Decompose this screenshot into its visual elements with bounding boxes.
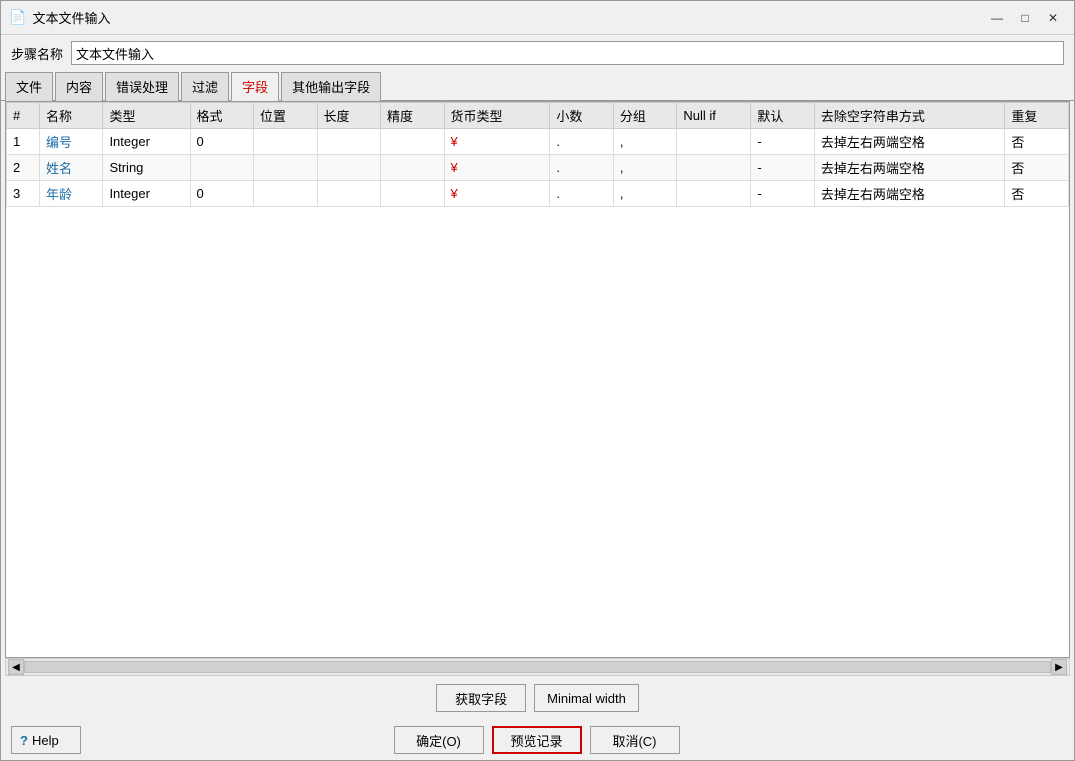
footer-bar: ? Help 确定(O) 预览记录 取消(C) (1, 720, 1074, 760)
table-cell: . (550, 181, 614, 207)
help-icon: ? (20, 733, 28, 748)
table-cell (677, 129, 751, 155)
tab-file[interactable]: 文件 (5, 72, 53, 101)
table-cell (317, 155, 381, 181)
col-nullif: Null if (677, 103, 751, 129)
field-action-buttons: 获取字段 Minimal width (1, 676, 1074, 720)
table-cell: - (751, 129, 815, 155)
title-bar: 📄 文本文件输入 — □ ✕ (1, 1, 1074, 35)
table-cell: Integer (103, 129, 190, 155)
tabs-bar: 文件 内容 错误处理 过滤 字段 其他输出字段 (1, 71, 1074, 101)
preview-button[interactable]: 预览记录 (492, 726, 582, 754)
minimal-width-button[interactable]: Minimal width (534, 684, 639, 712)
step-name-label: 步骤名称 (11, 44, 63, 63)
col-type: 类型 (103, 103, 190, 129)
table-cell (317, 129, 381, 155)
table-cell: - (751, 181, 815, 207)
table-cell: Integer (103, 181, 190, 207)
col-length: 长度 (317, 103, 381, 129)
table-cell (254, 181, 318, 207)
window-icon: 📄 (9, 9, 26, 26)
tab-content[interactable]: 内容 (55, 72, 103, 101)
get-fields-button[interactable]: 获取字段 (436, 684, 526, 712)
table-header-row: # 名称 类型 格式 位置 长度 精度 货币类型 小数 分组 Null if 默… (7, 103, 1069, 129)
tab-other[interactable]: 其他输出字段 (281, 72, 381, 101)
horizontal-scrollbar[interactable]: ◀ ▶ (5, 658, 1070, 676)
table-cell: ¥ (444, 155, 550, 181)
table-cell: 否 (1005, 181, 1069, 207)
table-cell (190, 155, 254, 181)
footer-left: ? Help (11, 726, 81, 754)
table-cell: 否 (1005, 155, 1069, 181)
table-cell (677, 155, 751, 181)
table-cell: 编号 (39, 129, 103, 155)
table-row[interactable]: 1编号Integer0 ¥., -去掉左右两端空格否 (7, 129, 1069, 155)
table-cell: 去掉左右两端空格 (814, 129, 1004, 155)
ok-button[interactable]: 确定(O) (394, 726, 484, 754)
table-cell: 否 (1005, 129, 1069, 155)
table-cell: 2 (7, 155, 40, 181)
fields-table: # 名称 类型 格式 位置 长度 精度 货币类型 小数 分组 Null if 默… (6, 102, 1069, 207)
table-cell (381, 129, 445, 155)
col-decimal: 小数 (550, 103, 614, 129)
tab-filter[interactable]: 过滤 (181, 72, 229, 101)
table-cell: 1 (7, 129, 40, 155)
table-wrapper[interactable]: # 名称 类型 格式 位置 长度 精度 货币类型 小数 分组 Null if 默… (6, 102, 1069, 657)
table-cell: 年龄 (39, 181, 103, 207)
col-repeat: 重复 (1005, 103, 1069, 129)
col-group: 分组 (613, 103, 677, 129)
col-precision: 精度 (381, 103, 445, 129)
table-cell: 0 (190, 129, 254, 155)
table-cell: ¥ (444, 129, 550, 155)
table-cell: String (103, 155, 190, 181)
scroll-left-arrow[interactable]: ◀ (8, 659, 24, 675)
col-currency: 货币类型 (444, 103, 550, 129)
table-cell (677, 181, 751, 207)
help-label: Help (32, 733, 59, 748)
footer-right: 确定(O) 预览记录 取消(C) (394, 726, 760, 754)
col-format: 格式 (190, 103, 254, 129)
col-name: 名称 (39, 103, 103, 129)
minimize-button[interactable]: — (984, 7, 1010, 29)
table-cell: 去掉左右两端空格 (814, 155, 1004, 181)
title-bar-controls: — □ ✕ (984, 7, 1066, 29)
main-window: 📄 文本文件输入 — □ ✕ 步骤名称 文件 内容 错误处理 过滤 字段 其他输… (0, 0, 1075, 761)
table-row[interactable]: 2姓名String ¥., -去掉左右两端空格否 (7, 155, 1069, 181)
table-cell: 0 (190, 181, 254, 207)
table-cell: , (613, 155, 677, 181)
table-cell: ¥ (444, 181, 550, 207)
table-cell: 3 (7, 181, 40, 207)
table-cell (317, 181, 381, 207)
table-cell (254, 155, 318, 181)
maximize-button[interactable]: □ (1012, 7, 1038, 29)
title-bar-left: 📄 文本文件输入 (9, 8, 110, 27)
table-cell: - (751, 155, 815, 181)
cancel-button[interactable]: 取消(C) (590, 726, 680, 754)
col-position: 位置 (254, 103, 318, 129)
step-name-bar: 步骤名称 (1, 35, 1074, 71)
table-row[interactable]: 3年龄Integer0 ¥., -去掉左右两端空格否 (7, 181, 1069, 207)
step-name-input[interactable] (71, 41, 1064, 65)
col-num: # (7, 103, 40, 129)
tab-error[interactable]: 错误处理 (105, 72, 179, 101)
table-cell: , (613, 129, 677, 155)
table-cell (254, 129, 318, 155)
col-trim: 去除空字符串方式 (814, 103, 1004, 129)
table-cell: , (613, 181, 677, 207)
table-cell (381, 155, 445, 181)
tab-fields[interactable]: 字段 (231, 72, 279, 101)
close-button[interactable]: ✕ (1040, 7, 1066, 29)
table-cell: 去掉左右两端空格 (814, 181, 1004, 207)
help-button[interactable]: ? Help (11, 726, 81, 754)
table-cell: . (550, 129, 614, 155)
table-cell: . (550, 155, 614, 181)
window-title: 文本文件输入 (32, 8, 110, 27)
col-default: 默认 (751, 103, 815, 129)
table-cell: 姓名 (39, 155, 103, 181)
scroll-right-arrow[interactable]: ▶ (1051, 659, 1067, 675)
table-cell (381, 181, 445, 207)
scrollbar-track[interactable] (24, 661, 1051, 673)
content-area: # 名称 类型 格式 位置 长度 精度 货币类型 小数 分组 Null if 默… (5, 101, 1070, 658)
